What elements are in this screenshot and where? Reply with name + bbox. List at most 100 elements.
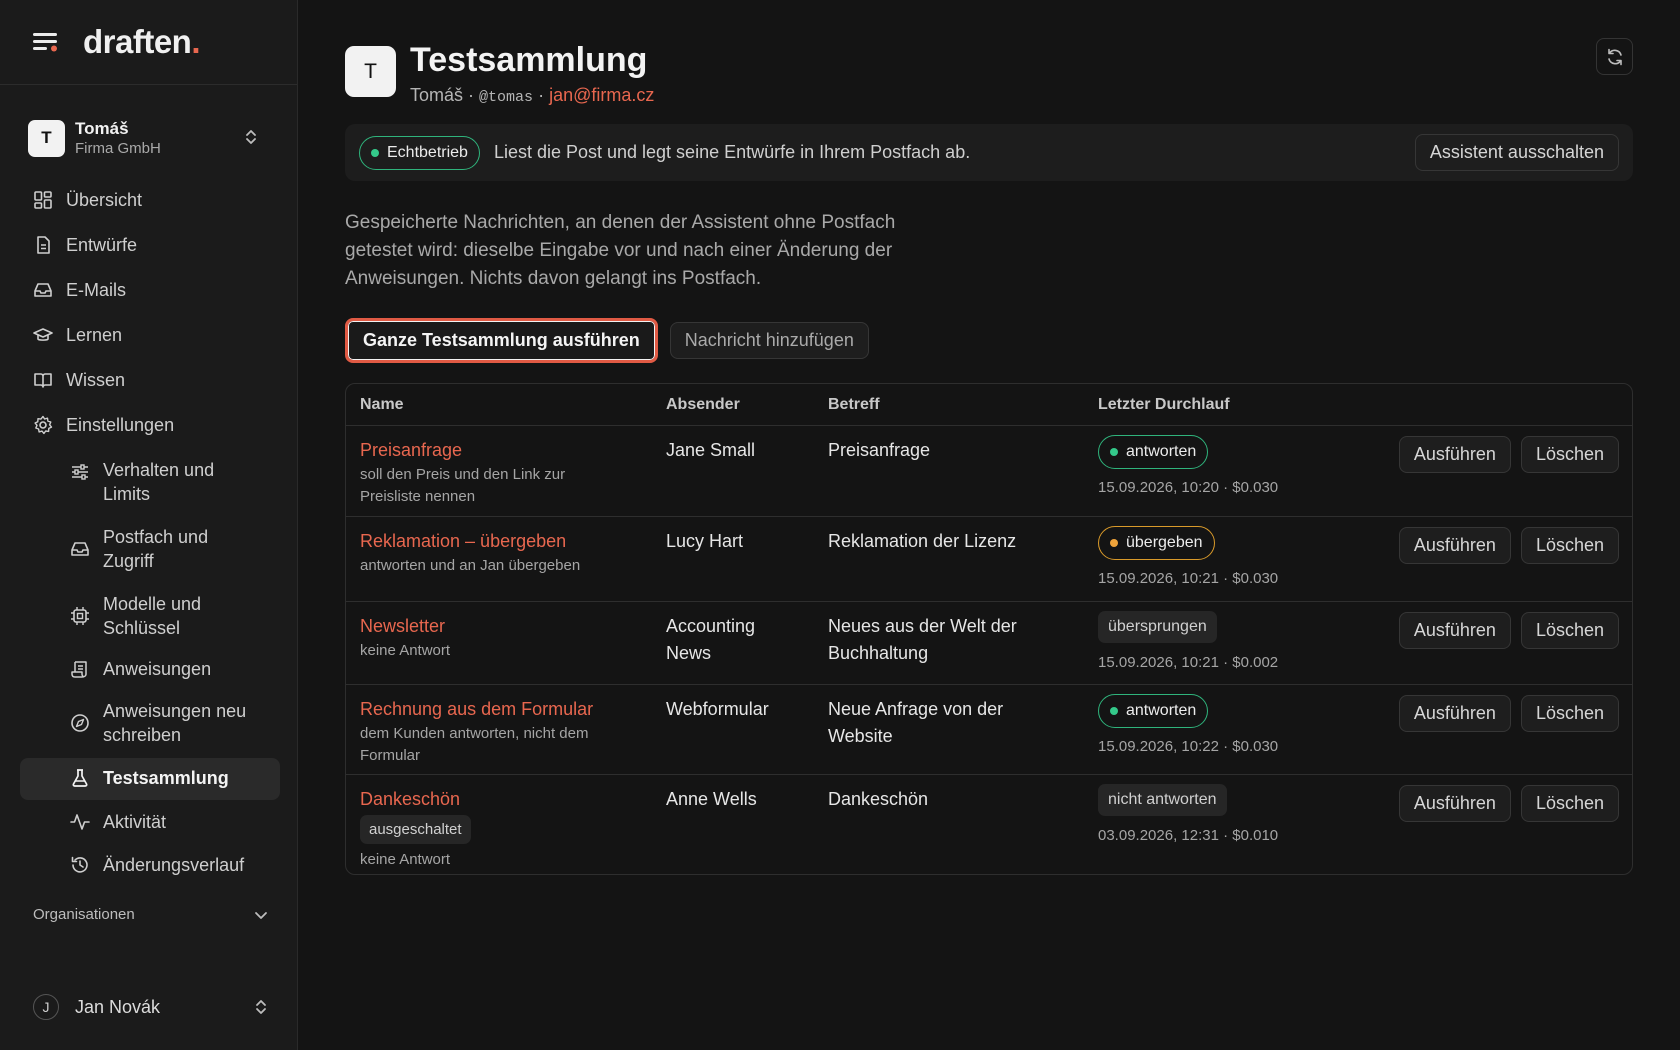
menu-icon[interactable]: [33, 31, 59, 53]
test-name-link[interactable]: Newsletter: [360, 614, 650, 638]
table-row: Reklamation – übergeben antworten und an…: [346, 517, 1632, 602]
subject: Dankeschön: [828, 789, 929, 809]
disable-assistant-button[interactable]: Assistent ausschalten: [1414, 134, 1619, 171]
sliders-icon: [70, 462, 90, 482]
user-name: Jan Novák: [75, 996, 161, 1017]
nav-item-rewrite[interactable]: Anweisungen neu schreiben: [20, 699, 280, 747]
page-description: Gespeicherte Nachrichten, an denen der A…: [345, 212, 896, 289]
subject: Reklamation der Lizenz: [828, 531, 1017, 551]
table-row: Newsletter keine Antwort Accounting News…: [346, 602, 1632, 685]
status-badge: antworten: [1098, 694, 1209, 728]
nav-item-settings[interactable]: Einstellungen: [20, 413, 280, 439]
scroll-icon: [70, 659, 90, 679]
nav-item-models[interactable]: Modelle und Schlüssel: [20, 592, 280, 640]
run-meta: 15.09.2026, 10:22 · $0.030: [1098, 738, 1279, 755]
assistant-identity: Tomáš · @tomas · jan@firma.cz: [410, 85, 655, 106]
book-icon: [33, 370, 53, 390]
disabled-tag: ausgeschaltet: [360, 815, 471, 844]
nav-item-emails[interactable]: E-Mails: [20, 278, 280, 304]
nav-item-knowledge[interactable]: Wissen: [20, 368, 280, 394]
subject: Preisanfrage: [828, 440, 931, 460]
flask-icon: [70, 768, 90, 788]
table-row: Preisanfrage soll den Preis und den Link…: [346, 426, 1632, 517]
delete-button[interactable]: Löschen: [1520, 527, 1619, 564]
nav-item-overview[interactable]: Übersicht: [20, 188, 280, 214]
page-header: T Testsammlung Tomáš · @tomas · jan@firm…: [345, 41, 655, 106]
chevron-down-icon: [254, 910, 268, 920]
user-avatar: J: [33, 994, 59, 1020]
assistant-avatar: T: [345, 46, 396, 97]
nav-item-mailbox[interactable]: Postfach und Zugriff: [20, 525, 280, 573]
test-name-link[interactable]: Dankeschön: [360, 787, 650, 811]
history-icon: [70, 855, 90, 875]
status-badge: übersprungen: [1098, 611, 1217, 643]
chip-icon: [70, 606, 90, 626]
nav-item-drafts[interactable]: Entwürfe: [20, 233, 280, 259]
column-last-run[interactable]: Letzter Durchlauf: [1098, 396, 1230, 414]
nav-item-history[interactable]: Änderungsverlauf: [20, 853, 280, 879]
status-badge: antworten: [1098, 435, 1209, 469]
test-note: dem Kunden antworten, nicht dem Formular: [360, 725, 589, 764]
compass-icon: [70, 713, 90, 733]
subject: Neue Anfrage von der Website: [828, 699, 1004, 746]
inbox-icon: [33, 280, 53, 300]
brand-bar: draften.: [0, 0, 297, 85]
account-avatar: T: [28, 119, 65, 157]
test-name-link[interactable]: Reklamation – übergeben: [360, 529, 650, 553]
delete-button[interactable]: Löschen: [1520, 785, 1619, 822]
mode-description: Liest die Post und legt seine Entwürfe i…: [493, 142, 971, 162]
document-icon: [33, 235, 53, 255]
run-button[interactable]: Ausführen: [1398, 436, 1511, 473]
nav-item-behavior[interactable]: Verhalten und Limits: [20, 458, 280, 506]
column-subject[interactable]: Betreff: [828, 396, 880, 414]
account-switcher[interactable]: T Tomáš Firma GmbH: [28, 116, 278, 160]
subject: Neues aus der Welt der Buchhaltung: [828, 616, 1017, 663]
nav-item-testsuite[interactable]: Testsammlung: [20, 758, 280, 800]
delete-button[interactable]: Löschen: [1520, 436, 1619, 473]
sender: Lucy Hart: [666, 531, 744, 551]
test-table: Name Absender Betreff Letzter Durchlauf …: [345, 383, 1633, 875]
test-name-link[interactable]: Rechnung aus dem Formular: [360, 697, 650, 721]
activity-icon: [70, 812, 90, 832]
test-note: antworten und an Jan übergeben: [360, 557, 581, 574]
mode-badge: Echtbetrieb: [359, 135, 480, 170]
account-name: Tomáš: [75, 118, 129, 138]
table-row: Rechnung aus dem Formular dem Kunden ant…: [346, 685, 1632, 775]
account-company: Firma GmbH: [75, 139, 161, 157]
delete-button[interactable]: Löschen: [1520, 612, 1619, 649]
add-message-button[interactable]: Nachricht hinzufügen: [669, 322, 869, 359]
page-title: Testsammlung: [410, 41, 648, 79]
graduation-cap-icon: [33, 325, 53, 345]
chevron-up-down-icon: [254, 998, 268, 1016]
run-button[interactable]: Ausführen: [1398, 785, 1511, 822]
run-button[interactable]: Ausführen: [1398, 695, 1511, 732]
inbox-icon: [70, 539, 90, 559]
nav-item-instructions[interactable]: Anweisungen: [20, 657, 280, 683]
run-button[interactable]: Ausführen: [1398, 612, 1511, 649]
run-all-button[interactable]: Ganze Testsammlung ausführen: [345, 318, 658, 363]
grid-icon: [33, 190, 53, 210]
table-header: Name Absender Betreff Letzter Durchlauf: [346, 384, 1632, 426]
column-name[interactable]: Name: [360, 396, 404, 414]
nav-item-activity[interactable]: Aktivität: [20, 810, 280, 836]
app-logo[interactable]: draften.: [83, 23, 200, 61]
user-menu[interactable]: J Jan Novák: [33, 994, 268, 1020]
test-name-link[interactable]: Preisanfrage: [360, 438, 650, 462]
status-badge: nicht antworten: [1098, 784, 1227, 816]
run-button[interactable]: Ausführen: [1398, 527, 1511, 564]
sender: Jane Small: [666, 440, 756, 460]
action-bar: Ganze Testsammlung ausführen Nachricht h…: [345, 318, 869, 363]
sender: Webformular: [666, 699, 769, 719]
column-sender[interactable]: Absender: [666, 396, 740, 414]
sender: Anne Wells: [666, 789, 757, 809]
organizations-section[interactable]: Organisationen: [33, 906, 268, 923]
nav-item-learn[interactable]: Lernen: [20, 323, 280, 349]
refresh-button[interactable]: [1596, 38, 1633, 75]
delete-button[interactable]: Löschen: [1520, 695, 1619, 732]
assistant-email[interactable]: jan@firma.cz: [549, 85, 654, 105]
refresh-icon: [1606, 48, 1624, 66]
run-meta: 03.09.2026, 12:31 · $0.010: [1098, 827, 1279, 844]
table-row: Dankeschön ausgeschaltet keine Antwort A…: [346, 775, 1632, 874]
assistant-handle: @tomas: [479, 89, 534, 106]
test-note: keine Antwort: [360, 851, 451, 868]
